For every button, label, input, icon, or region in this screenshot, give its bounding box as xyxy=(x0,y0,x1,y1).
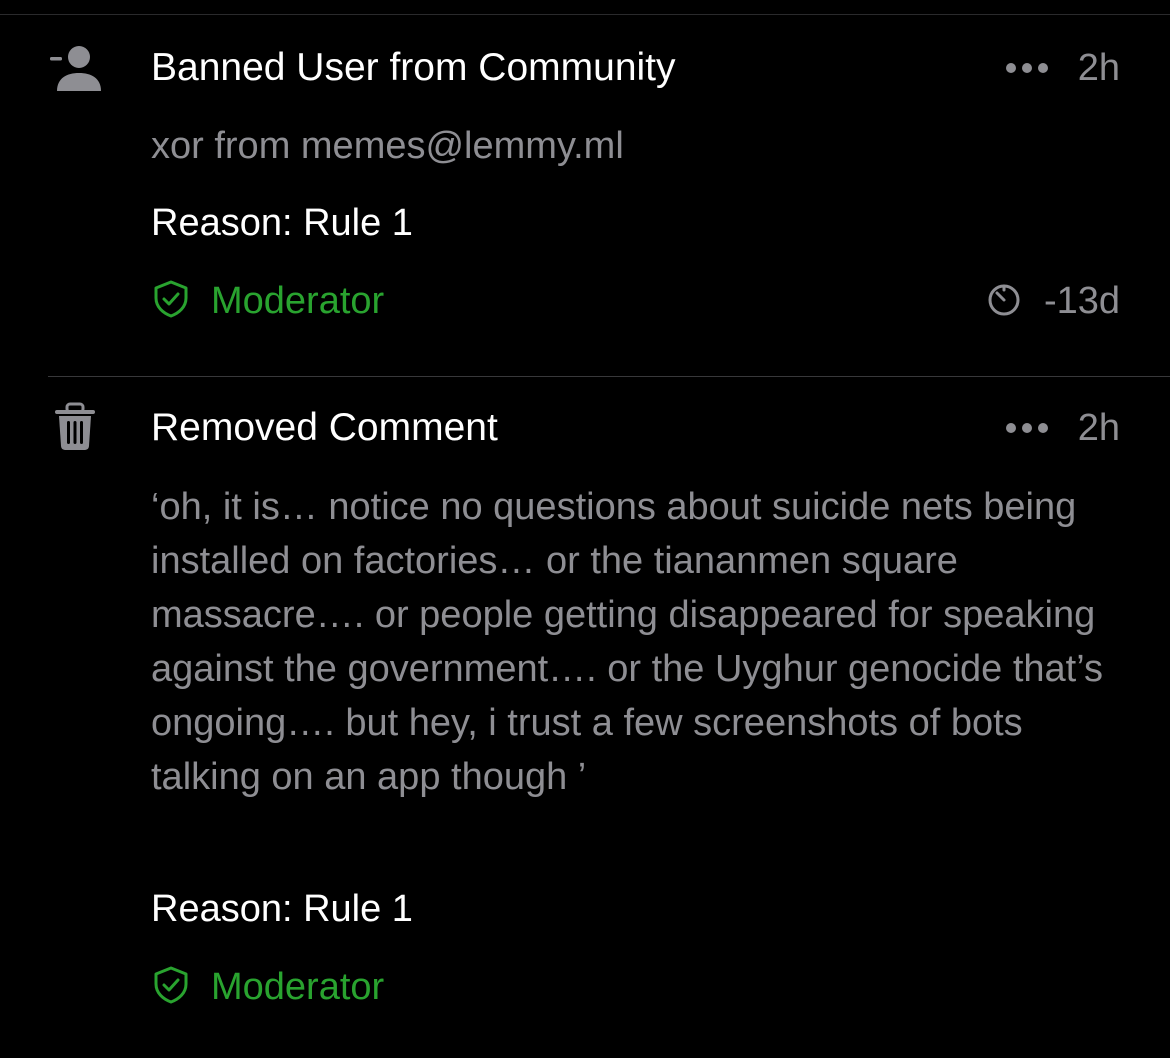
expiry-text: -13d xyxy=(1043,280,1120,322)
moderator-badge[interactable]: Moderator xyxy=(151,277,384,325)
modlog-entry-ban[interactable]: Banned User from Community 2h xor from m… xyxy=(0,0,1170,376)
timestamp: 2h xyxy=(1077,407,1120,449)
ban-expiry: -13d xyxy=(986,277,1120,325)
entry-meta: 2h xyxy=(1005,44,1120,92)
timer-icon xyxy=(986,281,1022,322)
moderator-label: Moderator xyxy=(211,280,385,322)
entry-title: Banned User from Community xyxy=(151,46,676,89)
more-options-button[interactable] xyxy=(1005,63,1048,73)
moderator-label: Moderator xyxy=(211,966,385,1008)
entry-title: Removed Comment xyxy=(151,406,498,449)
entry-reason: Reason: Rule 1 xyxy=(151,202,413,244)
ellipsis-icon xyxy=(1005,423,1016,433)
shield-check-icon xyxy=(151,279,191,324)
person-minus-icon xyxy=(48,44,102,94)
moderator-badge[interactable]: Moderator xyxy=(151,963,384,1011)
removed-comment-body[interactable]: ‘oh, it is… notice no questions about su… xyxy=(151,480,1131,804)
shield-check-icon xyxy=(151,965,191,1010)
ellipsis-icon xyxy=(1005,63,1016,73)
entry-meta: 2h xyxy=(1005,404,1120,452)
entry-subtitle[interactable]: xor from memes@lemmy.ml xyxy=(151,119,1131,173)
more-options-button[interactable] xyxy=(1005,423,1048,433)
entry-reason: Reason: Rule 1 xyxy=(151,888,413,930)
modlog-entry-removed-comment[interactable]: Removed Comment 2h ‘oh, it is… notice no… xyxy=(0,377,1170,1058)
trash-icon xyxy=(52,402,106,452)
timestamp: 2h xyxy=(1077,47,1120,89)
